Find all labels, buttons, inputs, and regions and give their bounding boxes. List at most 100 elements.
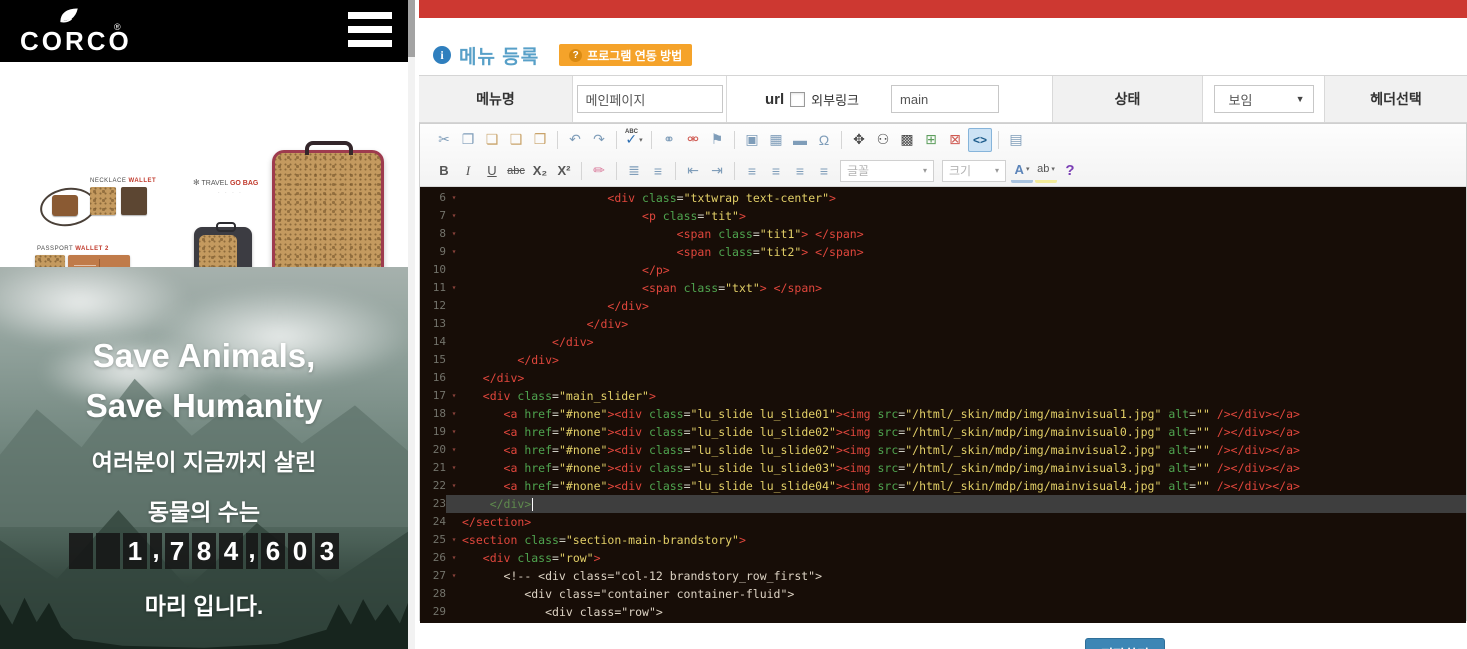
outdent-icon[interactable]: ⇤ (682, 160, 704, 182)
passport-cork-image (35, 255, 65, 267)
find-icon[interactable]: ⚇ (872, 129, 894, 151)
fold-arrow-icon[interactable]: ▾ (446, 207, 462, 225)
bg-color-icon[interactable]: ab▾ (1035, 158, 1057, 183)
code-line[interactable]: 8▾ <span class="tit1"> </span> (420, 225, 1466, 243)
code-line[interactable]: 21▾ <a href="#none"><div class="lu_slide… (420, 459, 1466, 477)
special-char-icon[interactable]: Ω (813, 129, 835, 151)
remove-format-icon[interactable]: ✏ (588, 160, 610, 182)
table-icon[interactable]: ▦ (765, 129, 787, 151)
italic-icon[interactable]: I (457, 160, 479, 182)
code-line[interactable]: 17▾ <div class="main_slider"> (420, 387, 1466, 405)
corco-logo[interactable]: CORCO ® (20, 6, 130, 58)
print-icon[interactable]: ▤ (1005, 129, 1027, 151)
code-line[interactable]: 6▾ <div class="txtwrap text-center"> (420, 189, 1466, 207)
bold-icon[interactable]: B (433, 160, 455, 182)
subscript-icon[interactable]: X₂ (529, 160, 551, 182)
fold-arrow-icon[interactable]: ▾ (446, 189, 462, 207)
code-line[interactable]: 11▾ <span class="txt"> </span> (420, 279, 1466, 297)
fold-arrow-icon[interactable]: ▾ (446, 279, 462, 297)
superscript-icon[interactable]: X² (553, 160, 575, 182)
align-justify-icon[interactable]: ≡ (813, 160, 835, 182)
strikethrough-icon[interactable]: abc (505, 160, 527, 182)
fold-arrow-icon[interactable]: ▾ (446, 549, 462, 567)
necklace-wallet-image (52, 195, 78, 216)
code-line[interactable]: 14 </div> (420, 333, 1466, 351)
source-code-area[interactable]: 6▾ <div class="txtwrap text-center">7▾ <… (420, 187, 1466, 623)
code-line[interactable]: 9▾ <span class="tit2"> </span> (420, 243, 1466, 261)
underline-icon[interactable]: U (481, 160, 503, 182)
text-color-icon[interactable]: A▾ (1011, 158, 1033, 183)
align-right-icon[interactable]: ≡ (789, 160, 811, 182)
about-icon[interactable]: ? (1059, 160, 1081, 182)
code-line[interactable]: 25▾<section class="section-main-brandsto… (420, 531, 1466, 549)
code-line[interactable]: 30 <div class="col-12 brandstoryTitle ti… (420, 621, 1466, 623)
horizontal-rule-icon[interactable]: ▬ (789, 129, 811, 151)
code-line[interactable]: 16 </div> (420, 369, 1466, 387)
spellcheck-icon[interactable]: ABC✓▾ (623, 129, 645, 151)
brown-wallet-image (121, 187, 147, 215)
code-line[interactable]: 29 <div class="row"> (420, 603, 1466, 621)
preview-scrollbar[interactable] (408, 0, 415, 649)
indent-icon[interactable]: ⇥ (706, 160, 728, 182)
numbered-list-icon[interactable]: ≣ (623, 160, 645, 182)
paste-text-icon[interactable]: ❑ (505, 129, 527, 151)
scrollbar-thumb[interactable] (408, 0, 415, 57)
font-size-dropdown[interactable]: 크기▾ (942, 160, 1006, 182)
link-icon[interactable]: ⚭ (658, 129, 680, 151)
fold-arrow-icon[interactable]: ▾ (446, 405, 462, 423)
select-all-icon[interactable]: ▩ (896, 129, 918, 151)
fold-arrow-icon[interactable]: ▾ (446, 225, 462, 243)
save-button[interactable]: 저장하기 (1085, 638, 1165, 649)
font-family-dropdown[interactable]: 글꼴▾ (840, 160, 934, 182)
code-line[interactable]: 13 </div> (420, 315, 1466, 333)
fold-arrow-icon[interactable]: ▾ (446, 567, 462, 585)
fold-arrow-icon[interactable]: ▾ (446, 477, 462, 495)
fold-arrow-icon[interactable]: ▾ (446, 459, 462, 477)
bulleted-list-icon[interactable]: ≡ (647, 160, 669, 182)
align-center-icon[interactable]: ≡ (765, 160, 787, 182)
code-line[interactable]: 7▾ <p class="tit"> (420, 207, 1466, 225)
code-line[interactable]: 19▾ <a href="#none"><div class="lu_slide… (420, 423, 1466, 441)
hamburger-menu-icon[interactable] (348, 12, 392, 50)
menu-name-input[interactable] (577, 85, 723, 113)
maximize-icon[interactable]: ✥ (848, 129, 870, 151)
remove-div-icon[interactable]: ⊠ (944, 129, 966, 151)
external-link-checkbox[interactable] (790, 92, 805, 107)
code-line[interactable]: 22▾ <a href="#none"><div class="lu_slide… (420, 477, 1466, 495)
leaf-icon (58, 8, 80, 28)
paste-word-icon[interactable]: ❒ (529, 129, 551, 151)
paste-icon[interactable]: ❏ (481, 129, 503, 151)
copy-icon[interactable]: ❐ (457, 129, 479, 151)
fold-gutter (446, 621, 462, 623)
program-link-help-button[interactable]: ? 프로그램 연동 방법 (559, 44, 692, 66)
fold-arrow-icon[interactable]: ▾ (446, 441, 462, 459)
undo-icon[interactable]: ↶ (564, 129, 586, 151)
fold-arrow-icon[interactable]: ▾ (446, 243, 462, 261)
code-line[interactable]: 26▾ <div class="row"> (420, 549, 1466, 567)
cut-icon[interactable]: ✂ (433, 129, 455, 151)
anchor-icon[interactable]: ⚑ (706, 129, 728, 151)
add-div-icon[interactable]: ⊞ (920, 129, 942, 151)
redo-icon[interactable]: ↷ (588, 129, 610, 151)
align-left-icon[interactable]: ≡ (741, 160, 763, 182)
code-line[interactable]: 10 </p> (420, 261, 1466, 279)
unlink-icon[interactable]: ⚮ (682, 129, 704, 151)
code-line[interactable]: 24</section> (420, 513, 1466, 531)
fold-arrow-icon[interactable]: ▾ (446, 423, 462, 441)
fold-arrow-icon[interactable]: ▾ (446, 387, 462, 405)
line-number: 24 (420, 513, 446, 531)
editor-toolbar: ✂❐❏❑❒ ↶↷ ABC✓▾ ⚭⚮⚑ ▣▦▬Ω ✥⚇▩⊞⊠<> ▤ BIUabcX₂X² ✏ ≣… (420, 124, 1466, 187)
code-line[interactable]: 20▾ <a href="#none"><div class="lu_slide… (420, 441, 1466, 459)
code-line[interactable]: 28 <div class="container container-fluid… (420, 585, 1466, 603)
code-line[interactable]: 12 </div> (420, 297, 1466, 315)
status-select[interactable]: 보임▼ (1214, 85, 1314, 113)
code-line[interactable]: 27▾ <!-- <div class="col-12 brandstory_r… (420, 567, 1466, 585)
source-icon[interactable]: <> (968, 128, 992, 152)
code-line[interactable]: 23 </div> (420, 495, 1466, 513)
url-input[interactable] (891, 85, 999, 113)
fold-arrow-icon[interactable]: ▾ (446, 531, 462, 549)
palm-icon: ✻ (193, 178, 200, 187)
code-line[interactable]: 15 </div> (420, 351, 1466, 369)
image-icon[interactable]: ▣ (741, 129, 763, 151)
code-line[interactable]: 18▾ <a href="#none"><div class="lu_slide… (420, 405, 1466, 423)
